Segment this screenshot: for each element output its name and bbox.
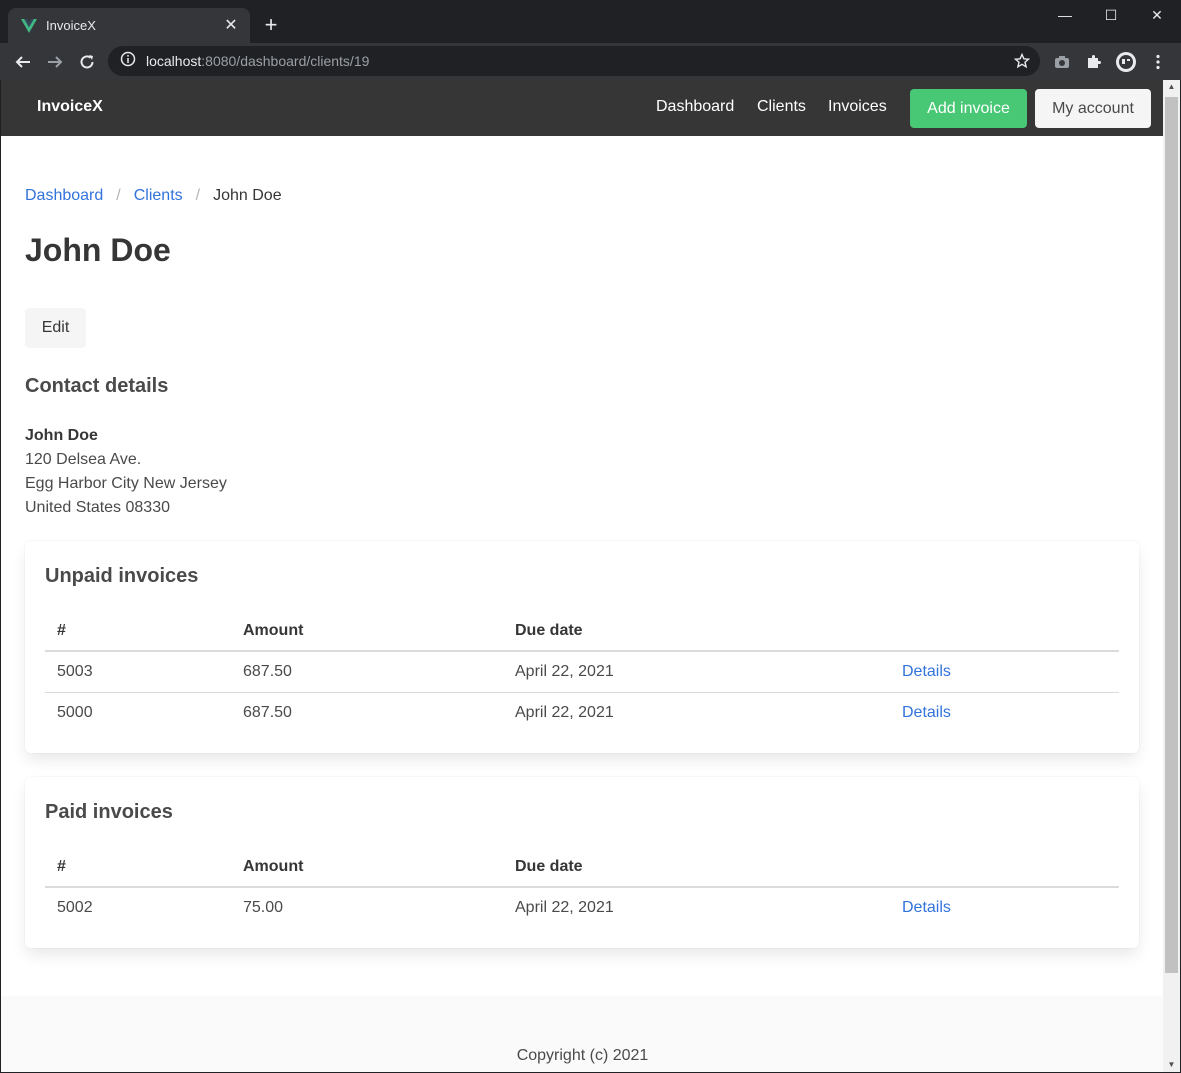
unpaid-invoices-box: Unpaid invoices # Amount Due date 5003 6… xyxy=(25,541,1139,753)
nav-link-clients[interactable]: Clients xyxy=(757,98,806,116)
address-line-2: Egg Harbor City New Jersey xyxy=(25,475,227,492)
add-invoice-button[interactable]: Add invoice xyxy=(910,89,1027,128)
url-host: localhost xyxy=(146,53,202,69)
breadcrumb-clients[interactable]: Clients xyxy=(134,187,183,205)
contact-details-heading: Contact details xyxy=(25,375,169,397)
table-row: 5003 687.50 April 22, 2021 Details xyxy=(45,651,1119,693)
contact-name: John Doe xyxy=(25,427,98,444)
breadcrumb-dashboard[interactable]: Dashboard xyxy=(25,187,103,205)
star-icon[interactable] xyxy=(1012,51,1032,71)
col-number: # xyxy=(45,847,231,888)
col-due-date: Due date xyxy=(503,611,890,652)
profile-icon[interactable] xyxy=(1115,51,1137,73)
browser-tab[interactable]: InvoiceX ✕ xyxy=(8,8,250,43)
address-line-1: 120 Delsea Ave. xyxy=(25,451,142,468)
invoice-number: 5002 xyxy=(57,899,93,916)
info-icon[interactable] xyxy=(120,51,136,72)
page-footer: Copyright (c) 2021 xyxy=(1,996,1164,1072)
col-due-date: Due date xyxy=(503,847,890,888)
close-icon[interactable]: ✕ xyxy=(222,17,240,35)
browser-toolbar: localhost:8080/dashboard/clients/19 xyxy=(0,43,1181,80)
paid-invoices-table: # Amount Due date 5002 75.00 April 22, 2… xyxy=(45,847,1119,928)
invoice-amount: 687.50 xyxy=(231,651,503,693)
col-actions xyxy=(890,611,1119,652)
vue-favicon-icon xyxy=(20,18,38,34)
table-header-row: # Amount Due date xyxy=(45,611,1119,652)
maximize-icon[interactable]: ☐ xyxy=(1088,4,1134,26)
back-arrow-icon[interactable] xyxy=(10,49,36,75)
breadcrumb-separator: / xyxy=(195,187,201,204)
invoice-amount: 75.00 xyxy=(243,899,284,916)
invoice-number: 5000 xyxy=(57,703,93,721)
table-row: 5002 75.00 April 22, 2021 Details xyxy=(45,887,1119,928)
address-bar[interactable]: localhost:8080/dashboard/clients/19 xyxy=(108,46,1040,76)
table-header-row: # Amount Due date xyxy=(45,847,1119,888)
col-actions xyxy=(890,847,1119,888)
col-amount: Amount xyxy=(231,847,503,888)
my-account-button[interactable]: My account xyxy=(1035,89,1151,128)
invoice-number: 5003 xyxy=(45,651,231,693)
unpaid-invoices-heading: Unpaid invoices xyxy=(45,565,199,587)
reload-icon[interactable] xyxy=(74,49,100,75)
vertical-scrollbar[interactable]: ▲ ▼ xyxy=(1163,80,1180,1072)
table-row: 5000 687.50 April 22, 2021 Details xyxy=(45,692,1119,733)
paid-invoices-box: Paid invoices # Amount Due date 5002 75.… xyxy=(25,777,1139,948)
invoice-due-date: April 22, 2021 xyxy=(515,703,614,721)
page-viewport: InvoiceX Dashboard Clients Invoices Add … xyxy=(1,80,1164,1072)
details-link[interactable]: Details xyxy=(902,663,951,680)
paid-invoices-heading: Paid invoices xyxy=(45,801,173,823)
page-title: John Doe xyxy=(25,232,171,268)
window-close-icon[interactable]: ✕ xyxy=(1134,4,1180,26)
breadcrumb-current: John Doe xyxy=(213,187,282,204)
address-line-3: United States 08330 xyxy=(25,499,170,516)
copyright-text: Copyright (c) 2021 xyxy=(516,1047,649,1064)
contact-address: John Doe 120 Delsea Ave. Egg Harbor City… xyxy=(25,424,227,520)
breadcrumb-separator: / xyxy=(116,187,121,204)
browser-tabstrip: InvoiceX ✕ + — ☐ ✕ xyxy=(0,0,1181,43)
details-link[interactable]: Details xyxy=(902,704,951,721)
invoice-amount: 687.50 xyxy=(243,703,292,721)
invoice-due-date: April 22, 2021 xyxy=(515,899,614,916)
scroll-up-arrow-icon[interactable]: ▲ xyxy=(1163,80,1180,94)
forward-arrow-icon[interactable] xyxy=(42,49,68,75)
unpaid-invoices-table: # Amount Due date 5003 687.50 April 22, … xyxy=(45,611,1119,733)
app-navbar: InvoiceX Dashboard Clients Invoices Add … xyxy=(1,80,1164,136)
col-amount: Amount xyxy=(231,611,503,652)
edit-button[interactable]: Edit xyxy=(25,308,86,348)
puzzle-icon[interactable] xyxy=(1083,51,1105,73)
url-path: :8080/dashboard/clients/19 xyxy=(201,53,370,69)
scroll-down-arrow-icon[interactable]: ▼ xyxy=(1163,1058,1180,1072)
brand-logo[interactable]: InvoiceX xyxy=(37,98,103,116)
menu-dots-icon[interactable] xyxy=(1147,51,1169,73)
nav-link-invoices[interactable]: Invoices xyxy=(828,98,887,116)
col-number: # xyxy=(45,611,231,652)
plus-icon[interactable]: + xyxy=(260,14,282,36)
invoice-due-date: April 22, 2021 xyxy=(503,651,890,693)
nav-link-dashboard[interactable]: Dashboard xyxy=(656,98,734,116)
tab-title: InvoiceX xyxy=(46,18,96,33)
scrollbar-thumb[interactable] xyxy=(1165,97,1178,973)
details-link[interactable]: Details xyxy=(902,899,951,916)
breadcrumb: Dashboard / Clients / John Doe xyxy=(25,187,282,205)
camera-icon[interactable] xyxy=(1051,51,1073,73)
minimize-icon[interactable]: — xyxy=(1042,4,1088,26)
